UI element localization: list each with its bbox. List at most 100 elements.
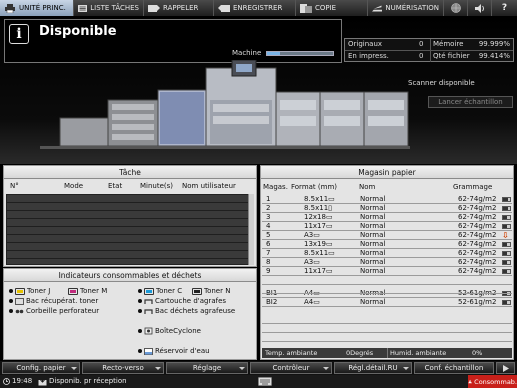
info-icon: i bbox=[9, 24, 29, 44]
tray-size: 8.5x11▭ bbox=[304, 195, 335, 203]
next-page-button[interactable] bbox=[496, 362, 515, 374]
list-icon bbox=[78, 4, 88, 12]
tray-number: 7 bbox=[266, 249, 271, 257]
recall-icon bbox=[148, 4, 160, 12]
tab-label: COPIE bbox=[315, 4, 337, 12]
printing-value: 0 bbox=[419, 52, 424, 60]
tab-network[interactable] bbox=[444, 0, 468, 16]
start-sample-button[interactable]: Lancer échantillon bbox=[428, 96, 513, 108]
file-label: Qté fichier bbox=[433, 52, 470, 60]
toner-black-indicator: Toner N bbox=[192, 287, 230, 295]
tray-weight: 62-74g/m2 bbox=[458, 258, 497, 266]
tray-number: 5 bbox=[266, 231, 271, 239]
tray-weight: 62-74g/m2 bbox=[458, 222, 497, 230]
machine-illustration bbox=[40, 60, 410, 149]
task-col-number: N° bbox=[10, 182, 19, 190]
receive-icon bbox=[38, 377, 47, 386]
warning-icon bbox=[468, 379, 472, 384]
memory-value: 99.999% bbox=[478, 40, 510, 48]
tab-job-list[interactable]: LISTE TÂCHES bbox=[74, 0, 144, 16]
ambient-bar: Temp. ambiante 0Degrés Humid. ambiante 0… bbox=[262, 348, 512, 358]
tray-paper-name: Normal bbox=[360, 213, 386, 221]
dropdown-arrow-icon bbox=[323, 367, 329, 370]
paper-level-gauge bbox=[502, 260, 511, 265]
staple-waste-icon bbox=[144, 308, 153, 314]
paper-tray-row[interactable]: 6 13x19▭ Normal 62-74g/m2 bbox=[262, 240, 512, 249]
task-col-mode: Mode bbox=[64, 182, 84, 190]
paper-tray-row[interactable]: BI2 A4▭ Normal 52-61g/m2 bbox=[262, 298, 512, 307]
tab-recall[interactable]: RAPPELER bbox=[144, 0, 214, 16]
paper-col-name: Nom bbox=[359, 183, 376, 191]
empty-row bbox=[262, 285, 512, 294]
temp-value: 0Degrés bbox=[346, 349, 374, 357]
paper-tray-row[interactable]: 7 8.5x11▭ Normal 62-74g/m2 bbox=[262, 249, 512, 258]
paper-level-gauge bbox=[502, 242, 511, 247]
task-scrollbar[interactable] bbox=[248, 194, 254, 265]
paper-level-gauge bbox=[502, 197, 511, 202]
tray-paper-name: Normal bbox=[360, 258, 386, 266]
paper-tray-row[interactable]: 8 A3▭ Normal 62-74g/m2 bbox=[262, 258, 512, 267]
tray-number: 8 bbox=[266, 258, 271, 266]
consumable-alert-badge[interactable]: Consommab. bbox=[468, 375, 517, 388]
tray-weight: 52-61g/m2 bbox=[458, 298, 497, 306]
paper-col-tray: Magas. bbox=[263, 183, 288, 191]
toner-icon bbox=[15, 287, 25, 295]
clock-icon bbox=[3, 378, 10, 385]
humidity-value: 0% bbox=[472, 349, 483, 357]
tray-number: 4 bbox=[266, 222, 271, 230]
controller-button[interactable]: Contrôleur bbox=[250, 362, 332, 374]
top-tab-bar: UNITÉ PRINC. LISTE TÂCHES RAPPELER ENREG… bbox=[0, 0, 517, 16]
tab-help[interactable]: ? bbox=[492, 0, 517, 16]
tab-label: LISTE TÂCHES bbox=[90, 4, 139, 12]
paper-tray-row[interactable]: 1 8.5x11▭ Normal 62-74g/m2 bbox=[262, 195, 512, 204]
printing-label: En impress. bbox=[348, 52, 389, 60]
duplex-button[interactable]: Recto-verso bbox=[82, 362, 164, 374]
paper-level-gauge bbox=[502, 300, 511, 305]
status-box: i Disponible bbox=[4, 19, 342, 63]
originals-label: Originaux bbox=[348, 40, 383, 48]
paper-tray-row[interactable]: 9 11x17▭ Normal 62-74g/m2 bbox=[262, 267, 512, 276]
staple-icon bbox=[144, 298, 153, 304]
paper-setting-button[interactable]: Config. papier bbox=[2, 362, 80, 374]
toner-cyan-indicator: Toner C bbox=[138, 287, 182, 295]
paper-tray-row[interactable]: 5 A3▭ Normal 62-74g/m2 ⇩ bbox=[262, 231, 512, 240]
tab-label: RAPPELER bbox=[163, 4, 199, 12]
task-col-minutes: Minute(s) bbox=[140, 182, 174, 190]
machine-label: Machine bbox=[232, 49, 262, 57]
task-list[interactable] bbox=[6, 194, 252, 265]
play-arrow-icon bbox=[502, 364, 509, 372]
copy-icon bbox=[300, 3, 312, 13]
empty-row bbox=[262, 333, 512, 342]
task-col-state: Etat bbox=[108, 182, 123, 190]
empty-row bbox=[262, 324, 512, 333]
sample-config-button[interactable]: Conf. échantillon bbox=[414, 362, 494, 374]
tab-volume[interactable] bbox=[468, 0, 492, 16]
keyboard-icon bbox=[258, 377, 272, 386]
paper-empty-warning-icon: ⇩ bbox=[502, 231, 509, 240]
task-col-user: Nom utilisateur bbox=[182, 182, 236, 190]
tab-copy[interactable]: COPIE bbox=[296, 0, 368, 16]
tab-register[interactable]: ENREGISTRER bbox=[214, 0, 296, 16]
receive-status: Disponib. pr réception bbox=[49, 377, 127, 385]
scanner-status-text: Scanner disponible bbox=[408, 79, 475, 87]
paper-tray-row[interactable]: 4 11x17▭ Normal 62-74g/m2 bbox=[262, 222, 512, 231]
paper-tray-panel: Magasin papier Magas. Format (mm) Nom Gr… bbox=[260, 165, 514, 360]
paper-tray-row[interactable]: 2 8.5x11▯ Normal 62-74g/m2 bbox=[262, 204, 512, 213]
machine-status-area: i Disponible Machine Originaux 0 Mémoire… bbox=[0, 16, 517, 164]
adjustment-button[interactable]: Réglage bbox=[166, 362, 248, 374]
tray-size: 8.5x11▭ bbox=[304, 249, 335, 257]
tray-number: BI2 bbox=[266, 298, 278, 306]
tray-paper-name: Normal bbox=[360, 240, 386, 248]
paper-col-weight: Grammage bbox=[453, 183, 493, 191]
tray-weight: 62-74g/m2 bbox=[458, 267, 497, 275]
paper-level-gauge bbox=[502, 251, 511, 256]
tray-weight: 62-74g/m2 bbox=[458, 195, 497, 203]
tab-main-unit[interactable]: UNITÉ PRINC. bbox=[0, 0, 74, 16]
tab-scan[interactable]: NUMÉRISATION bbox=[368, 0, 444, 16]
status-line: 19:48 Disponib. pr réception Consommab. bbox=[0, 375, 517, 388]
water-tank-icon bbox=[144, 347, 153, 355]
tray-paper-name: Normal bbox=[360, 267, 386, 275]
paper-tray-row[interactable]: 3 12x18▭ Normal 62-74g/m2 bbox=[262, 213, 512, 222]
ru-detail-button[interactable]: Régl.détail.RU bbox=[334, 362, 412, 374]
task-panel: Tâche N° Mode Etat Minute(s) Nom utilisa… bbox=[3, 165, 257, 267]
